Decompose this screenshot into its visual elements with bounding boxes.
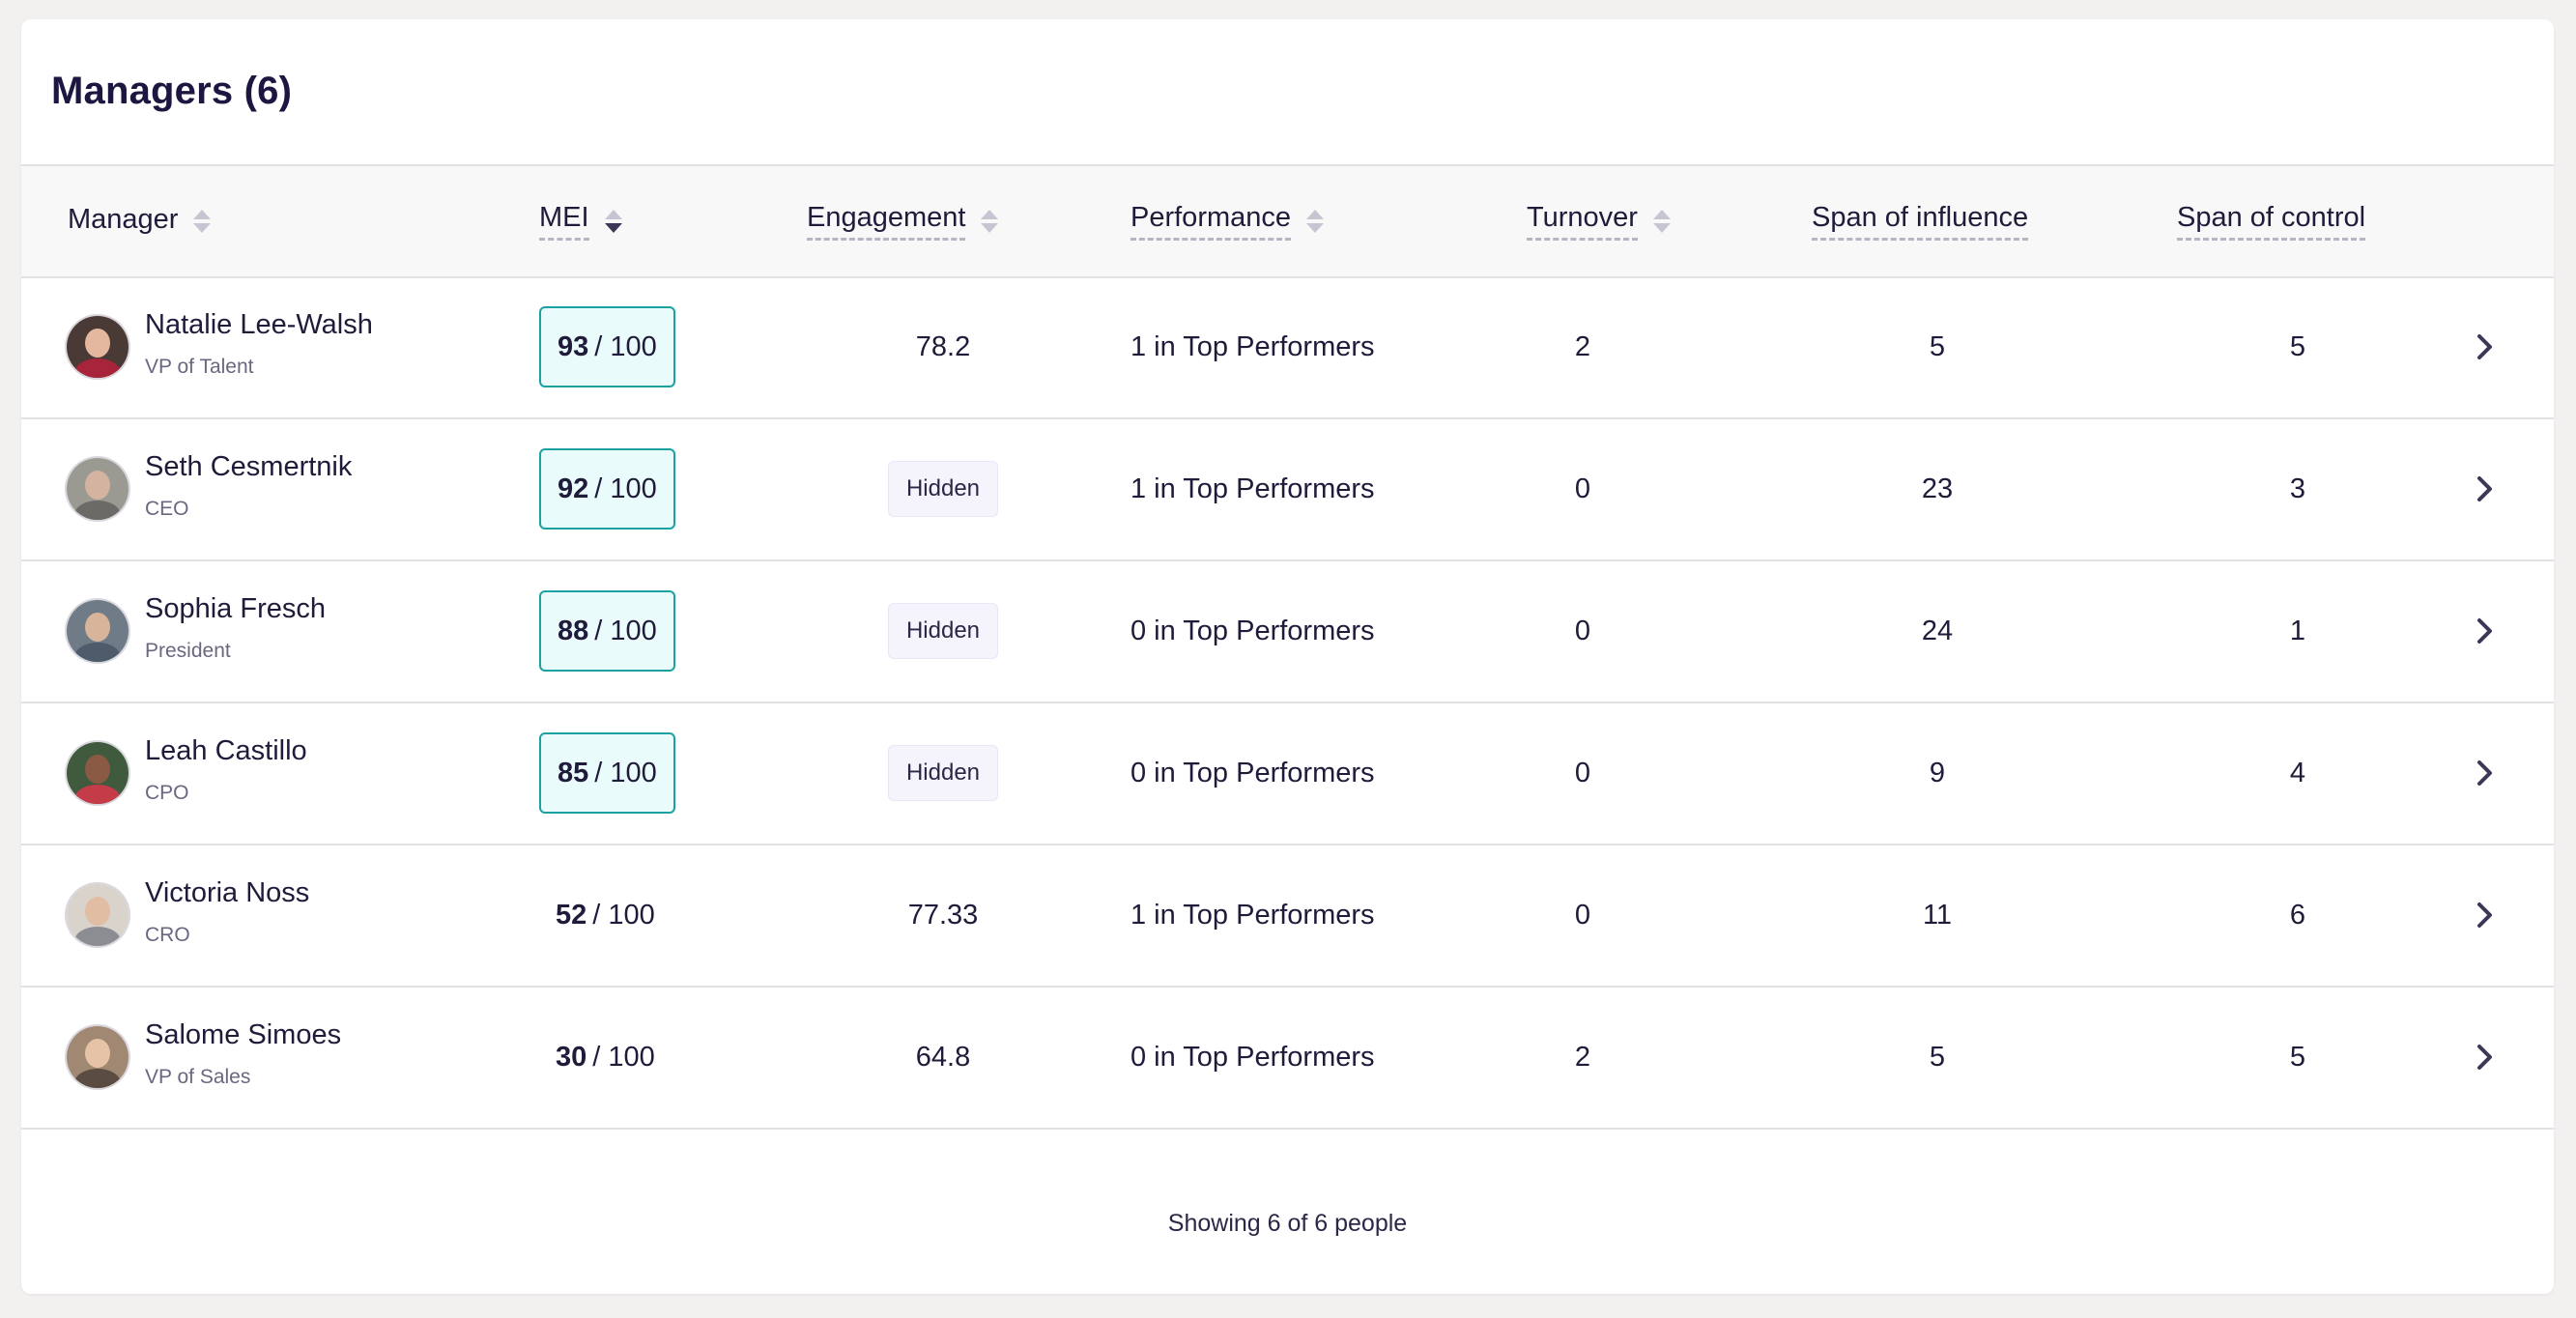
span-of-influence-value: 11 <box>1922 899 1953 931</box>
chevron-right-icon[interactable] <box>2475 418 2496 559</box>
panel-title: Managers (6) <box>51 70 293 112</box>
chevron-right-icon[interactable] <box>2475 845 2496 986</box>
turnover-value: 2 <box>1574 1041 1591 1073</box>
span-of-influence-value: 24 <box>1921 615 1954 646</box>
engagement-value: 64.8 <box>915 1041 971 1073</box>
performance-value: 0 in Top Performers <box>1131 757 1375 788</box>
span-of-influence-value: 5 <box>1929 1041 1946 1073</box>
mei-cell: 30/ 100 <box>539 987 672 1128</box>
manager-name[interactable]: Salome Simoes <box>145 1019 341 1051</box>
manager-title: VP of Sales <box>145 1066 251 1088</box>
manager-title: CEO <box>145 498 189 520</box>
chevron-right-icon[interactable] <box>2475 560 2496 702</box>
performance-value: 0 in Top Performers <box>1131 1041 1375 1073</box>
span-of-influence-value: 9 <box>1929 757 1946 788</box>
avatar <box>67 1026 129 1088</box>
mei-score: 30/ 100 <box>556 1041 655 1073</box>
turnover-value: 0 <box>1574 757 1591 788</box>
column-header-manager[interactable]: Manager <box>68 166 212 276</box>
manager-title: CRO <box>145 924 190 946</box>
chevron-right-icon[interactable] <box>2475 702 2496 844</box>
span-of-control-value: 1 <box>2289 615 2306 646</box>
column-header-turnover[interactable]: Turnover <box>1527 166 1671 276</box>
engagement-cell: Hidden <box>823 702 1063 844</box>
performance-value: 1 in Top Performers <box>1131 330 1375 362</box>
chevron-right-icon[interactable] <box>2475 987 2496 1128</box>
turnover-value: 0 <box>1574 899 1591 931</box>
avatar <box>67 316 129 378</box>
manager-name[interactable]: Leah Castillo <box>145 735 307 767</box>
engagement-cell: Hidden <box>823 560 1063 702</box>
table-row[interactable]: Leah Castillo CPO 85/ 100 Hidden 0 in To… <box>21 702 2554 845</box>
mei-cell: 52/ 100 <box>539 845 672 986</box>
column-header-span-of-control[interactable]: Span of control <box>2177 166 2366 276</box>
manager-title: President <box>145 640 231 662</box>
managers-panel: Managers (6) Manager MEI Engagement Perf… <box>21 19 2554 1294</box>
avatar <box>67 742 129 804</box>
performance-value: 1 in Top Performers <box>1131 473 1375 504</box>
span-of-control-value: 4 <box>2289 757 2306 788</box>
avatar <box>67 600 129 662</box>
manager-name[interactable]: Seth Cesmertnik <box>145 451 352 483</box>
table-row[interactable]: Salome Simoes VP of Sales 30/ 100 64.8 0… <box>21 987 2554 1130</box>
mei-cell: 88/ 100 <box>539 560 675 702</box>
hidden-badge: Hidden <box>887 461 999 517</box>
mei-score-badge: 88/ 100 <box>539 590 675 672</box>
column-header-performance[interactable]: Performance <box>1131 166 1325 276</box>
mei-cell: 92/ 100 <box>539 418 675 559</box>
sort-icon[interactable] <box>193 207 212 236</box>
table-header: Manager MEI Engagement Performance Turno… <box>21 164 2554 278</box>
chevron-right-icon[interactable] <box>2475 276 2496 417</box>
manager-name[interactable]: Sophia Fresch <box>145 593 326 625</box>
table-row[interactable]: Natalie Lee-Walsh VP of Talent 93/ 100 7… <box>21 276 2554 419</box>
span-of-control-value: 5 <box>2289 1041 2306 1073</box>
mei-score-badge: 93/ 100 <box>539 306 675 387</box>
column-header-span-of-influence[interactable]: Span of influence <box>1812 166 2029 276</box>
table-row[interactable]: Sophia Fresch President 88/ 100 Hidden 0… <box>21 560 2554 703</box>
span-of-control-value: 3 <box>2289 473 2306 504</box>
mei-score-badge: 85/ 100 <box>539 732 675 814</box>
column-header-engagement[interactable]: Engagement <box>807 166 999 276</box>
turnover-value: 0 <box>1574 615 1591 646</box>
mei-cell: 93/ 100 <box>539 276 675 417</box>
sort-icon[interactable] <box>1306 207 1325 236</box>
mei-score-badge: 92/ 100 <box>539 448 675 530</box>
performance-value: 1 in Top Performers <box>1131 899 1375 931</box>
table-row[interactable]: Victoria Noss CRO 52/ 100 77.33 1 in Top… <box>21 845 2554 988</box>
performance-value: 0 in Top Performers <box>1131 615 1375 646</box>
avatar <box>67 884 129 946</box>
sort-icon[interactable] <box>1652 207 1671 236</box>
span-of-influence-value: 23 <box>1921 473 1954 504</box>
pagination-summary: Showing 6 of 6 people <box>1167 1210 1408 1237</box>
sort-icon[interactable] <box>981 207 999 236</box>
engagement-value: 77.33 <box>907 899 979 931</box>
span-of-influence-value: 5 <box>1929 330 1946 362</box>
manager-name[interactable]: Victoria Noss <box>145 877 309 909</box>
manager-title: CPO <box>145 782 189 804</box>
span-of-control-value: 5 <box>2289 330 2306 362</box>
mei-cell: 85/ 100 <box>539 702 675 844</box>
mei-score: 52/ 100 <box>556 899 655 931</box>
span-of-control-value: 6 <box>2289 899 2306 931</box>
hidden-badge: Hidden <box>887 603 999 659</box>
engagement-cell: Hidden <box>823 418 1063 559</box>
hidden-badge: Hidden <box>887 745 999 801</box>
manager-name[interactable]: Natalie Lee-Walsh <box>145 309 373 341</box>
table-row[interactable]: Seth Cesmertnik CEO 92/ 100 Hidden 1 in … <box>21 418 2554 561</box>
turnover-value: 2 <box>1574 330 1591 362</box>
turnover-value: 0 <box>1574 473 1591 504</box>
engagement-value: 78.2 <box>915 330 971 362</box>
avatar <box>67 458 129 520</box>
manager-title: VP of Talent <box>145 356 254 378</box>
column-header-mei[interactable]: MEI <box>539 166 622 276</box>
sort-desc-icon[interactable] <box>604 207 622 236</box>
